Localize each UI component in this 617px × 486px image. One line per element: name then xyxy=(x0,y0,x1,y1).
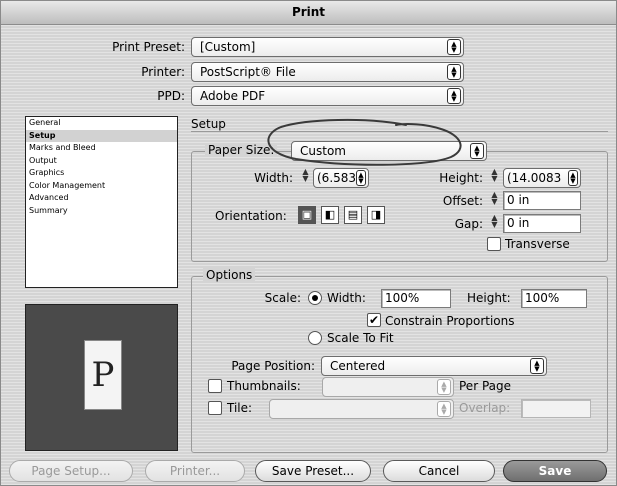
orientation-landscape-icon[interactable]: ◧ xyxy=(321,206,339,224)
popup-arrows-icon: ▲ ▼ xyxy=(447,64,461,80)
page-position-label: Page Position: xyxy=(231,359,315,373)
per-page-label: Per Page xyxy=(459,379,511,393)
transverse-checkbox[interactable] xyxy=(487,237,501,251)
gap-label: Gap: xyxy=(454,217,483,231)
scale-label: Scale: xyxy=(264,291,301,305)
gap-stepper-icon[interactable]: ▲ ▼ xyxy=(489,214,500,231)
sidebar-item-marks-and-bleed[interactable]: Marks and Bleed xyxy=(26,142,177,155)
preview-page: P xyxy=(84,340,122,410)
orientation-label: Orientation: xyxy=(215,209,287,223)
overlap-field[interactable] xyxy=(521,399,591,418)
offset-field[interactable]: 0 in xyxy=(503,191,581,210)
offset-label: Offset: xyxy=(442,194,483,208)
scale-to-fit-radio[interactable] xyxy=(308,331,322,345)
setup-heading: Setup xyxy=(191,117,226,131)
popup-arrows-icon: ▲ ▼ xyxy=(447,88,461,104)
sidebar-item-general[interactable]: General xyxy=(26,117,177,130)
cancel-button[interactable]: Cancel xyxy=(383,460,495,482)
ppd-label: PPD: xyxy=(157,89,185,103)
transverse-label: Transverse xyxy=(505,237,570,251)
page-position-popup[interactable]: Centered ▲ ▼ xyxy=(321,356,547,376)
window-title: Print xyxy=(1,1,616,25)
scale-height-field[interactable]: 100% xyxy=(521,289,587,308)
tile-label: Tile: xyxy=(227,401,253,415)
sidebar-item-setup[interactable]: Setup xyxy=(26,129,177,142)
height-combo[interactable]: (14.0083 ▲ ▼ xyxy=(503,168,581,188)
constrain-proportions-checkbox[interactable]: ✔ xyxy=(367,313,381,327)
thumbnails-label: Thumbnails: xyxy=(227,379,301,393)
page-position-value: Centered xyxy=(330,359,386,373)
orientation-reverse-landscape-icon[interactable]: ◨ xyxy=(367,206,385,224)
printer-popup[interactable]: PostScript® File ▲ ▼ xyxy=(191,62,464,82)
offset-stepper-icon[interactable]: ▲ ▼ xyxy=(489,191,500,208)
sidebar-item-summary[interactable]: Summary xyxy=(26,205,177,218)
overlap-label: Overlap: xyxy=(459,401,511,415)
thumbnails-popup[interactable]: ▲ ▼ xyxy=(322,377,454,397)
printer-button[interactable]: Printer... xyxy=(145,460,245,482)
save-button[interactable]: Save xyxy=(503,460,607,482)
constrain-proportions-label: Constrain Proportions xyxy=(385,314,515,328)
category-list[interactable]: General Setup Marks and Bleed Output Gra… xyxy=(25,116,178,288)
scale-width-radio[interactable] xyxy=(308,291,322,305)
popup-arrows-icon: ▲ ▼ xyxy=(530,358,544,374)
ppd-popup[interactable]: Adobe PDF ▲ ▼ xyxy=(191,86,464,106)
print-preset-label: Print Preset: xyxy=(112,40,185,54)
ppd-value: Adobe PDF xyxy=(200,89,266,103)
orientation-portrait-icon[interactable]: ▣ xyxy=(298,206,316,224)
print-preset-value: [Custom] xyxy=(200,40,256,54)
popup-arrows-icon: ▲ ▼ xyxy=(447,39,461,55)
printer-value: PostScript® File xyxy=(200,65,296,79)
print-dialog: Print Print Preset: [Custom] ▲ ▼ Printer:… xyxy=(0,0,617,486)
hand-drawn-circle-annotation xyxy=(267,118,462,166)
scale-to-fit-label: Scale To Fit xyxy=(327,331,394,345)
gap-field[interactable]: 0 in xyxy=(503,214,581,233)
popup-arrows-icon: ▲ ▼ xyxy=(437,401,451,417)
popup-arrows-icon: ▲ ▼ xyxy=(568,170,578,186)
scale-width-field[interactable]: 100% xyxy=(381,289,451,308)
scale-height-label: Height: xyxy=(467,291,511,305)
page-preview: P xyxy=(25,304,178,451)
tile-checkbox[interactable] xyxy=(208,401,222,415)
options-heading: Options xyxy=(203,268,256,282)
sidebar-item-graphics[interactable]: Graphics xyxy=(26,167,177,180)
save-preset-button[interactable]: Save Preset... xyxy=(255,460,371,482)
sidebar-item-color-management[interactable]: Color Management xyxy=(26,180,177,193)
scale-width-label: Width: xyxy=(327,291,366,305)
thumbnails-checkbox[interactable] xyxy=(208,379,222,393)
tile-popup[interactable]: ▲ ▼ xyxy=(269,399,454,419)
orientation-reverse-portrait-icon[interactable]: ▤ xyxy=(344,206,362,224)
sidebar-item-output[interactable]: Output xyxy=(26,155,177,168)
print-preset-popup[interactable]: [Custom] ▲ ▼ xyxy=(191,37,464,57)
height-stepper-icon[interactable]: ▲ ▼ xyxy=(489,168,500,185)
popup-arrows-icon: ▲ ▼ xyxy=(437,379,451,395)
page-setup-button[interactable]: Page Setup... xyxy=(9,460,133,482)
sidebar-item-advanced[interactable]: Advanced xyxy=(26,192,177,205)
height-value: (14.0083 xyxy=(507,171,562,185)
printer-label: Printer: xyxy=(141,65,185,79)
